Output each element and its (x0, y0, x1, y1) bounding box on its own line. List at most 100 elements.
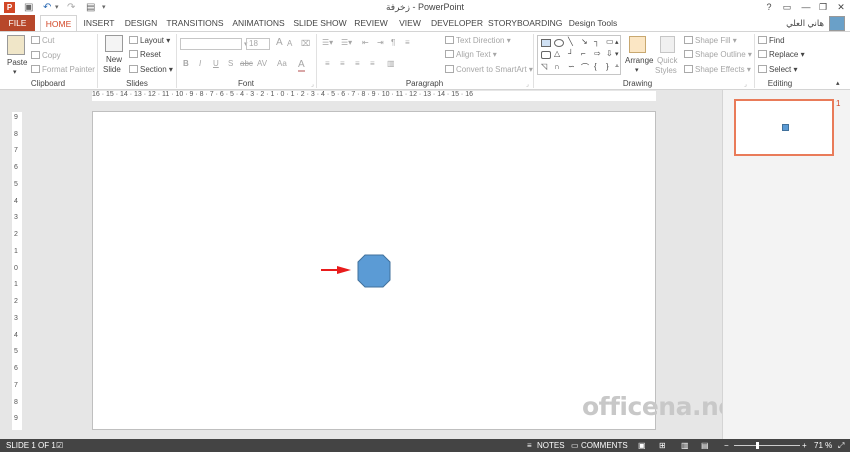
spell-check-icon[interactable]: ☑ (56, 439, 63, 452)
new-slide-button[interactable]: New (106, 55, 122, 64)
minimize-button[interactable]: — (799, 1, 813, 14)
zoom-level[interactable]: 71 % (814, 439, 832, 452)
line-spacing-icon[interactable]: ≡ (405, 38, 410, 47)
callout-shape-icon[interactable]: ◹ (541, 62, 547, 71)
rectangle-shape-icon[interactable]: ▭ (606, 37, 614, 46)
rtl-icon[interactable]: ¶ (391, 38, 395, 47)
zoom-slider[interactable] (734, 445, 800, 446)
paste-icon[interactable] (7, 35, 25, 55)
down-arrow-shape-icon[interactable]: ⇩ (606, 49, 613, 58)
reading-view-icon[interactable]: ▥ (681, 439, 689, 452)
elbow-connector-icon[interactable]: ┐ (594, 37, 600, 46)
slideshow-view-icon[interactable]: ▤ (701, 439, 709, 452)
text-direction-button[interactable]: Text Direction ▾ (445, 36, 511, 45)
shape-fill-button[interactable]: Shape Fill ▾ (684, 36, 737, 45)
shadow-button[interactable]: S (228, 59, 233, 68)
arrange-button[interactable]: Arrange (625, 56, 653, 65)
bullets-icon[interactable]: ☰▾ (322, 38, 333, 47)
change-case-button[interactable]: Aa (277, 59, 287, 68)
line-shape-icon[interactable]: ╲ (568, 37, 573, 46)
collapse-ribbon-icon[interactable]: ▴ (836, 79, 840, 87)
decrease-indent-icon[interactable]: ⇤ (362, 38, 369, 47)
tab-storyboarding[interactable]: STORYBOARDING (488, 15, 562, 32)
new-slide-icon[interactable] (105, 35, 123, 52)
numbering-icon[interactable]: ☰▾ (341, 38, 352, 47)
elbow-arrow-shape-icon[interactable]: ⌐ (581, 49, 586, 58)
strikethrough-button[interactable]: abc (240, 59, 253, 68)
slide-sorter-icon[interactable]: ⊞ (659, 439, 666, 452)
shape-outline-button[interactable]: Shape Outline ▾ (684, 50, 752, 59)
align-center-icon[interactable]: ≡ (340, 59, 345, 68)
gallery-scroll-down-icon[interactable]: ▾ (615, 50, 619, 58)
notes-icon[interactable]: ≡ (527, 439, 532, 452)
shrink-font-icon[interactable]: A (287, 39, 292, 48)
scribble-shape-icon[interactable]: ⌒ (581, 62, 589, 73)
font-dialog-launcher-icon[interactable]: ⌟ (311, 81, 314, 88)
align-text-button[interactable]: Align Text ▾ (445, 50, 497, 59)
octagon-fill[interactable] (357, 254, 391, 288)
shapes-gallery[interactable]: ╲ ↘ ┐ ▭ △ ┘ ⌐ ⇨ ⇩ ◹ ∩ ∽ ⌒ { } (537, 35, 621, 75)
cut-button[interactable]: Cut (31, 36, 54, 45)
tab-file[interactable]: FILE (0, 15, 35, 32)
slide-thumbnail[interactable] (734, 99, 834, 156)
replace-button[interactable]: Replace ▾ (758, 50, 805, 59)
convert-smartart-button[interactable]: Convert to SmartArt ▾ (445, 65, 533, 74)
quick-styles-button[interactable]: Quick (657, 56, 677, 65)
help-button[interactable]: ? (762, 1, 776, 14)
zoom-in-button[interactable]: + (802, 439, 807, 452)
close-button[interactable]: ✕ (834, 1, 848, 14)
tab-animations[interactable]: ANIMATIONS (230, 15, 287, 32)
notes-button[interactable]: NOTES (537, 439, 565, 452)
find-button[interactable]: Find (758, 36, 785, 45)
zoom-slider-thumb[interactable] (756, 442, 759, 449)
freeform-shape-icon[interactable]: ∽ (568, 62, 575, 71)
avatar[interactable] (829, 16, 845, 31)
tab-slide-show[interactable]: SLIDE SHOW (293, 15, 347, 32)
align-left-icon[interactable]: ≡ (325, 59, 330, 68)
paragraph-dialog-launcher-icon[interactable]: ⌟ (526, 81, 529, 88)
tab-review[interactable]: REVIEW (353, 15, 389, 32)
format-painter-button[interactable]: Format Painter (31, 65, 95, 74)
tab-home[interactable]: HOME (40, 15, 77, 32)
quick-styles-label[interactable]: Styles (655, 66, 677, 75)
oval-shape-icon[interactable] (554, 39, 564, 47)
select-button[interactable]: Select ▾ (758, 65, 797, 74)
grow-font-icon[interactable]: A (276, 37, 283, 48)
connector-shape-icon[interactable]: ┘ (568, 49, 574, 58)
left-brace-shape-icon[interactable]: { (594, 62, 597, 71)
font-color-button[interactable]: A (298, 59, 305, 72)
clear-formatting-icon[interactable]: ⌧ (301, 39, 310, 48)
comments-button[interactable]: COMMENTS (581, 439, 628, 452)
right-arrow-shape-icon[interactable]: ⇨ (594, 49, 601, 58)
bold-button[interactable]: B (183, 59, 189, 68)
justify-icon[interactable]: ≡ (370, 59, 375, 68)
character-spacing-button[interactable]: AV (257, 59, 267, 68)
restore-button[interactable]: ❐ (816, 1, 830, 14)
layout-button[interactable]: Layout ▾ (129, 36, 170, 45)
tab-view[interactable]: VIEW (396, 15, 424, 32)
slide-counter[interactable]: SLIDE 1 OF 1 (6, 439, 56, 452)
reset-button[interactable]: Reset (129, 50, 161, 59)
text-box-shape-icon[interactable] (541, 39, 551, 47)
increase-indent-icon[interactable]: ⇥ (377, 38, 384, 47)
user-name[interactable]: هاني العلي (786, 18, 824, 29)
font-name-select[interactable] (180, 38, 242, 50)
zoom-out-button[interactable]: − (724, 439, 729, 452)
arrow-line-shape-icon[interactable]: ↘ (581, 37, 588, 46)
tab-design[interactable]: DESIGN (122, 15, 160, 32)
copy-button[interactable]: Copy (31, 51, 61, 60)
octagon-shape[interactable] (357, 254, 393, 290)
columns-icon[interactable]: ▥ (387, 59, 395, 68)
font-size-select[interactable]: 18 (246, 38, 270, 50)
paste-dropdown-icon[interactable]: ▾ (13, 68, 17, 76)
normal-view-icon[interactable]: ▣ (638, 439, 646, 452)
tab-insert[interactable]: INSERT (81, 15, 117, 32)
arrange-icon[interactable] (629, 36, 646, 53)
align-right-icon[interactable]: ≡ (355, 59, 360, 68)
right-brace-shape-icon[interactable]: } (606, 62, 609, 71)
comments-icon[interactable]: ▭ (571, 439, 579, 452)
tab-transitions[interactable]: TRANSITIONS (166, 15, 224, 32)
arrange-dropdown-icon[interactable]: ▾ (635, 66, 639, 74)
underline-button[interactable]: U (213, 59, 219, 68)
drawing-dialog-launcher-icon[interactable]: ⌟ (744, 81, 747, 88)
